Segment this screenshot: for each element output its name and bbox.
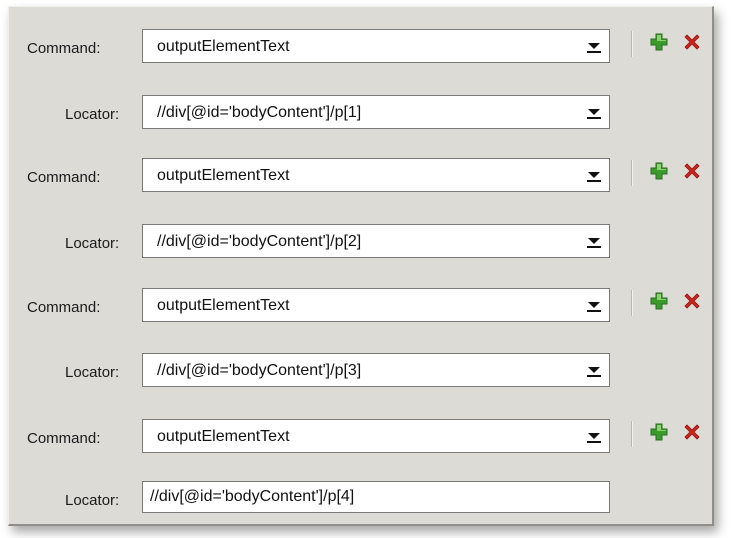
locator-select[interactable]: //div[@id='bodyContent']/p[2] [142, 224, 610, 258]
command-value: outputElementText [157, 167, 290, 184]
command-row: Command: outputElementText [9, 158, 712, 198]
chevron-down-icon[interactable] [584, 232, 604, 250]
locator-value: //div[@id='bodyContent']/p[1] [157, 104, 362, 121]
command-label: Command: [27, 430, 101, 447]
chevron-down-icon[interactable] [584, 166, 604, 184]
command-select[interactable]: outputElementText [142, 288, 610, 322]
command-label: Command: [27, 299, 101, 316]
locator-label: Locator: [65, 364, 120, 381]
locator-label: Locator: [65, 106, 120, 123]
command-value: outputElementText [157, 297, 290, 314]
toolbar-separator [631, 160, 633, 186]
command-select[interactable]: outputElementText [142, 158, 610, 192]
cross-icon[interactable] [682, 422, 702, 442]
locator-select[interactable]: //div[@id='bodyContent']/p[3] [142, 353, 610, 387]
command-row: Command: outputElementText [9, 419, 712, 459]
toolbar-separator [631, 31, 633, 57]
locator-input[interactable] [142, 481, 610, 513]
plus-icon[interactable] [649, 291, 669, 311]
locator-select[interactable]: //div[@id='bodyContent']/p[1] [142, 95, 610, 129]
command-row: Command: outputElementText [9, 288, 712, 328]
command-label: Command: [27, 40, 101, 57]
cross-icon[interactable] [682, 161, 702, 181]
locator-row: Locator: //div[@id='bodyContent']/p[2] [9, 224, 712, 264]
cross-icon[interactable] [682, 291, 702, 311]
locator-label: Locator: [65, 235, 120, 252]
plus-icon[interactable] [649, 32, 669, 52]
chevron-down-icon[interactable] [584, 103, 604, 121]
locator-value: //div[@id='bodyContent']/p[3] [157, 362, 362, 379]
command-select[interactable]: outputElementText [142, 29, 610, 63]
command-select[interactable]: outputElementText [142, 419, 610, 453]
command-row: Command: outputElementText [9, 29, 712, 69]
command-label: Command: [27, 169, 101, 186]
command-value: outputElementText [157, 38, 290, 55]
locator-value: //div[@id='bodyContent']/p[2] [157, 233, 362, 250]
locator-label: Locator: [65, 492, 120, 509]
locator-row: Locator: //div[@id='bodyContent']/p[3] [9, 353, 712, 393]
chevron-down-icon[interactable] [584, 361, 604, 379]
chevron-down-icon[interactable] [584, 37, 604, 55]
cross-icon[interactable] [682, 32, 702, 52]
steps-panel: Command: outputElementText Locator: //di… [8, 6, 714, 526]
toolbar-separator [631, 290, 633, 316]
locator-row: Locator: [9, 481, 712, 521]
toolbar-separator [631, 421, 633, 447]
command-value: outputElementText [157, 428, 290, 445]
chevron-down-icon[interactable] [584, 427, 604, 445]
locator-row: Locator: //div[@id='bodyContent']/p[1] [9, 95, 712, 135]
plus-icon[interactable] [649, 161, 669, 181]
plus-icon[interactable] [649, 422, 669, 442]
chevron-down-icon[interactable] [584, 296, 604, 314]
